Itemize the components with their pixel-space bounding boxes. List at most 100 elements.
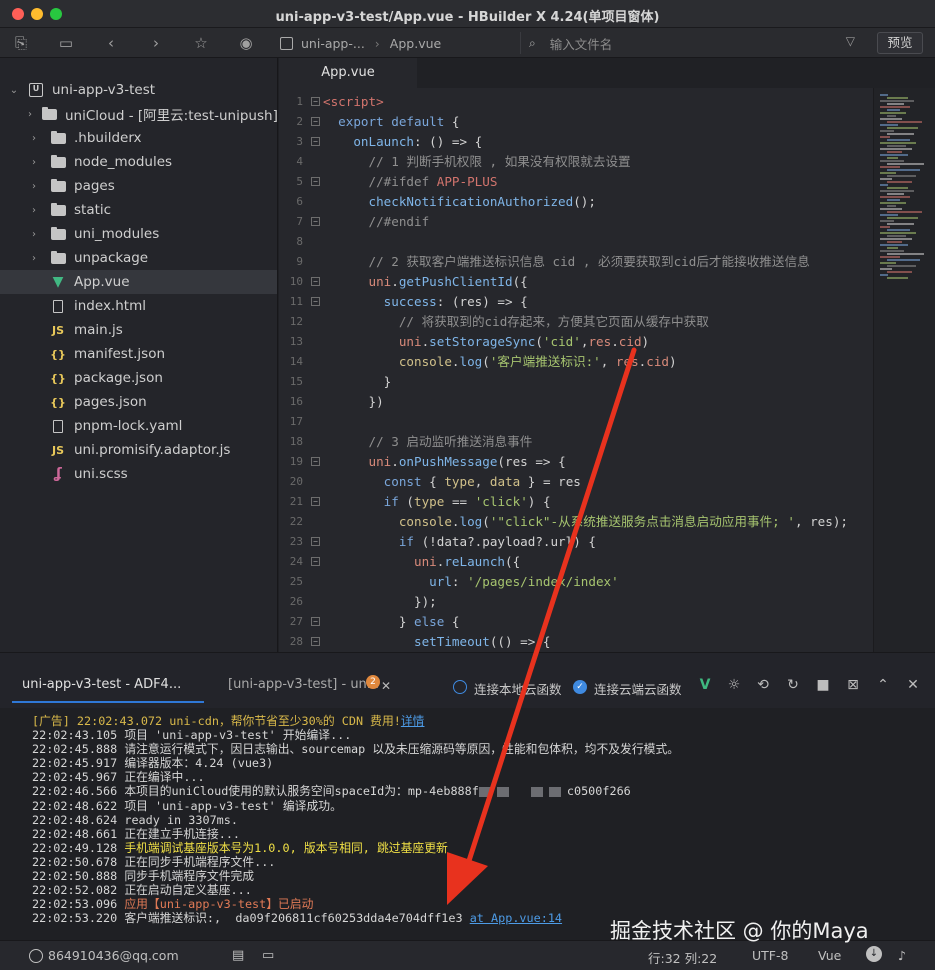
tree-folder[interactable]: › uni_modules (0, 222, 277, 246)
fold-toggle-icon[interactable]: − (311, 457, 320, 466)
restart-icon[interactable]: ⟲ (753, 677, 773, 693)
tree-file[interactable]: {} pages.json (0, 390, 277, 414)
run-icon[interactable]: ◉ (235, 32, 257, 54)
new-file-icon[interactable]: ⎘ (10, 32, 32, 54)
code-line[interactable]: 15 } (279, 372, 873, 392)
code-line[interactable]: 26 }); (279, 592, 873, 612)
tree-file[interactable]: pnpm-lock.yaml (0, 414, 277, 438)
remote-cloud-function-label[interactable]: 连接云端云函数 (594, 679, 682, 698)
tree-file[interactable]: JS main.js (0, 318, 277, 342)
vue-devtools-icon[interactable]: V (695, 677, 715, 693)
code-line[interactable]: 23− if (!data?.payload?.url) { (279, 532, 873, 552)
debug-bug-icon[interactable]: ☼ (724, 677, 744, 693)
fold-toggle-icon[interactable]: − (311, 637, 320, 646)
code-line[interactable]: 1− <script> (279, 92, 873, 112)
close-console-icon[interactable]: ✕ (903, 677, 923, 693)
tab-app-vue[interactable]: App.vue (279, 58, 417, 88)
download-icon[interactable]: ↓ (866, 946, 882, 962)
fold-toggle-icon[interactable]: − (311, 617, 320, 626)
code-line[interactable]: 21− if (type == 'click') { (279, 492, 873, 512)
fold-toggle-icon[interactable]: − (311, 497, 320, 506)
local-cloud-function-radio[interactable] (453, 680, 467, 694)
code-line[interactable]: 3− onLaunch: () => { (279, 132, 873, 152)
console-tab-run[interactable]: uni-app-v3-test - ADF4... (12, 677, 204, 703)
tree-folder[interactable]: › unpackage (0, 246, 277, 270)
minimap-line (880, 268, 892, 270)
code-line[interactable]: 20 const { type, data } = res (279, 472, 873, 492)
log-link[interactable]: 详情 (401, 714, 425, 728)
fold-toggle-icon[interactable]: − (311, 137, 320, 146)
code-line[interactable]: 5− //#ifdef APP-PLUS (279, 172, 873, 192)
fold-toggle-icon[interactable]: − (311, 217, 320, 226)
stop-icon[interactable]: ■ (813, 677, 833, 693)
fold-toggle-icon[interactable]: − (311, 117, 320, 126)
tree-folder[interactable]: › node_modules (0, 150, 277, 174)
minimap[interactable] (873, 88, 935, 652)
code-line[interactable]: 11− success: (res) => { (279, 292, 873, 312)
tree-folder[interactable]: › static (0, 198, 277, 222)
language-mode[interactable]: Vue (818, 948, 841, 963)
tree-folder[interactable]: › uniCloud - [阿里云:test-unipush] (0, 102, 277, 126)
panel-toggle-icon[interactable]: ▤ (232, 948, 244, 963)
tree-folder[interactable]: › pages (0, 174, 277, 198)
code-line[interactable]: 24− uni.reLaunch({ (279, 552, 873, 572)
remote-cloud-function-radio[interactable]: ✓ (573, 680, 587, 694)
code-line[interactable]: 9 // 2 获取客户端推送标识信息 cid , 必须要获取到cid后才能接收推… (279, 252, 873, 272)
close-icon[interactable]: ✕ (381, 679, 391, 693)
filter-icon[interactable]: ▽ (846, 34, 855, 48)
code-line[interactable]: 16 }) (279, 392, 873, 412)
code-line[interactable]: 19− uni.onPushMessage(res => { (279, 452, 873, 472)
file-search-input[interactable]: ⌕ 输入文件名 ▽ (520, 32, 865, 54)
code-line[interactable]: 7− //#endif (279, 212, 873, 232)
code-line[interactable]: 28− setTimeout(() => { (279, 632, 873, 652)
tree-file[interactable]: ▼ App.vue (0, 270, 277, 294)
fold-toggle-icon[interactable]: − (311, 177, 320, 186)
code-line[interactable]: 14 console.log('客户端推送标识:', res.cid) (279, 352, 873, 372)
tree-file[interactable]: {} manifest.json (0, 342, 277, 366)
breadcrumb-file[interactable]: App.vue (390, 36, 441, 51)
project-root[interactable]: ⌄ U uni-app-v3-test (0, 78, 277, 102)
code-line[interactable]: 10− uni.getPushClientId({ (279, 272, 873, 292)
notification-bell-icon[interactable]: ♪ (898, 948, 906, 963)
tree-file[interactable]: ʆ uni.scss (0, 462, 277, 486)
code-line[interactable]: 18 // 3 启动监听推送消息事件 (279, 432, 873, 452)
code-line[interactable]: 22 console.log('"click"-从系统推送服务点击消息启动应用事… (279, 512, 873, 532)
local-cloud-function-label[interactable]: 连接本地云函数 (474, 679, 562, 698)
code-line[interactable]: 4 // 1 判断手机权限 , 如果没有权限就去设置 (279, 152, 873, 172)
fold-toggle-icon[interactable]: − (311, 97, 320, 106)
save-icon[interactable]: ▭ (55, 32, 77, 54)
code-line[interactable]: 25 url: '/pages/index/index' (279, 572, 873, 592)
user-icon[interactable] (29, 949, 43, 963)
code-line[interactable]: 2− export default { (279, 112, 873, 132)
fold-toggle-icon[interactable]: − (311, 277, 320, 286)
terminal-icon[interactable]: ▭ (262, 948, 274, 963)
breadcrumb-project[interactable]: uni-app-... (301, 36, 365, 51)
code-line[interactable]: 27− } else { (279, 612, 873, 632)
forward-icon[interactable]: › (145, 32, 167, 54)
preview-button[interactable]: 预览 (877, 32, 923, 54)
tree-file[interactable]: JS uni.promisify.adaptor.js (0, 438, 277, 462)
log-link[interactable]: at App.vue:14 (470, 911, 562, 925)
user-account[interactable]: 864910436@qq.com (48, 948, 179, 963)
tree-folder[interactable]: › .hbuilderx (0, 126, 277, 150)
cursor-position[interactable]: 行:32 列:22 (648, 948, 717, 967)
code-line[interactable]: 12 // 将获取到的cid存起来，方便其它页面从缓存中获取 (279, 312, 873, 332)
fold-toggle-icon[interactable]: − (311, 297, 320, 306)
console-tab-cloud[interactable]: [uni-app-v3-test] - un... (228, 677, 379, 692)
code-line[interactable]: 13 uni.setStorageSync('cid',res.cid) (279, 332, 873, 352)
clear-console-icon[interactable]: ⊠ (843, 677, 863, 693)
chevron-up-icon[interactable]: ⌃ (873, 677, 893, 693)
back-icon[interactable]: ‹ (100, 32, 122, 54)
code-editor[interactable]: 1− <script> 2− export default {3− onLaunch… (279, 88, 873, 652)
code-line[interactable]: 8 (279, 232, 873, 252)
file-encoding[interactable]: UTF-8 (752, 948, 788, 963)
refresh-icon[interactable]: ↻ (783, 677, 803, 693)
console-output[interactable]: [广告] 22:02:43.072 uni-cdn，帮你节省至少30%的 CDN… (0, 708, 935, 940)
code-line[interactable]: 6 checkNotificationAuthorized(); (279, 192, 873, 212)
fold-toggle-icon[interactable]: − (311, 537, 320, 546)
bookmark-star-icon[interactable]: ☆ (190, 32, 212, 54)
fold-toggle-icon[interactable]: − (311, 557, 320, 566)
tree-file[interactable]: index.html (0, 294, 277, 318)
code-line[interactable]: 17 (279, 412, 873, 432)
tree-file[interactable]: {} package.json (0, 366, 277, 390)
